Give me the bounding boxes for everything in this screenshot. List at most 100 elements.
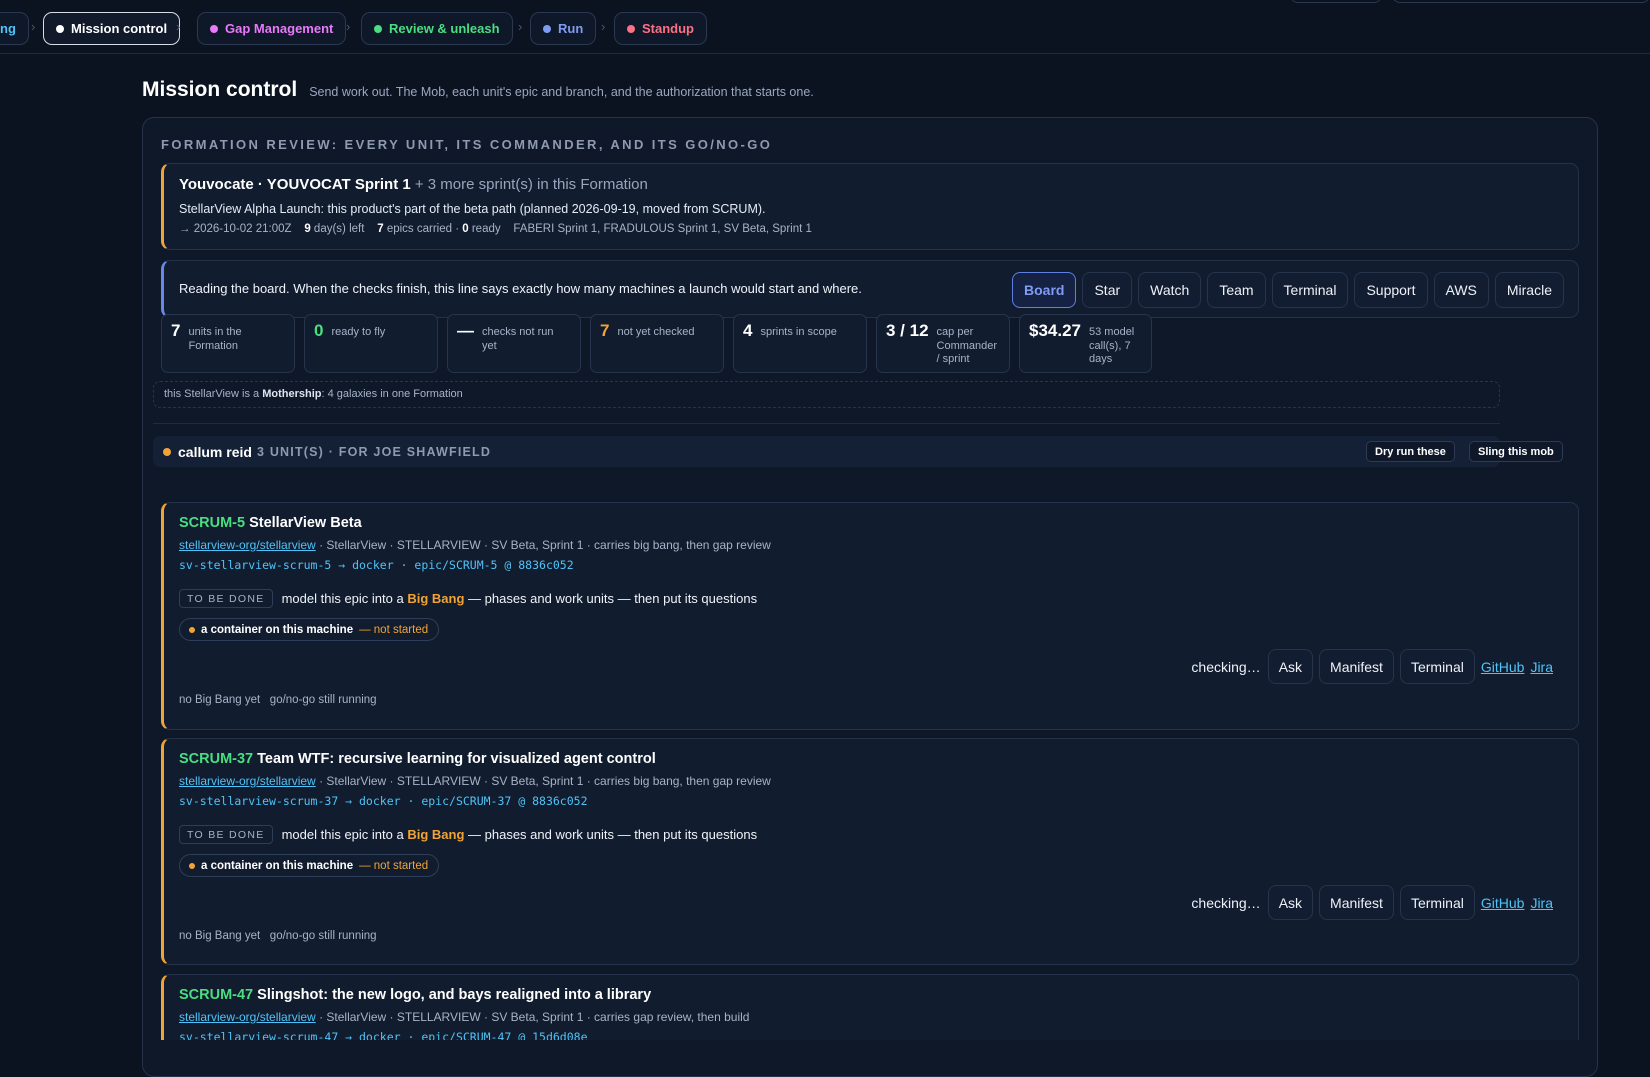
branch-info: sv-stellarview-scrum-37 → docker · epic/… [179,794,588,808]
view-board-button[interactable]: Board [1012,272,1077,308]
mothership-suffix: : 4 galaxies in one Formation [321,388,463,400]
stat-cost: $34.27 53 model call(s), 7 days [1019,314,1152,373]
chevron-right-icon: › [346,19,351,34]
manifest-button[interactable]: Manifest [1319,649,1394,684]
stat-label: 53 model call(s), 7 days [1089,326,1135,365]
view-watch-button[interactable]: Watch [1138,272,1202,308]
stat-cap: 3 / 12 cap per Commander / sprint [876,314,1010,373]
days-left-label: day(s) left [313,223,365,235]
mothership-note: this StellarView is a Mothership: 4 gala… [153,381,1500,408]
unit-footer: no Big Bang yet go/no-go still running [179,694,377,706]
sling-mob-button[interactable]: Sling this mob [1469,441,1563,462]
jira-link[interactable]: Jira [1530,895,1553,911]
ask-button[interactable]: Ask [1267,649,1314,684]
unit-context: · StellarView · STELLARVIEW · SV Beta, S… [319,1010,750,1024]
jira-link[interactable]: Jira [1530,659,1553,675]
container-label: a container on this machine [201,859,354,872]
terminal-button[interactable]: Terminal [1399,649,1475,684]
unit-card: SCRUM-5 StellarView Beta stellarview-org… [161,502,1579,730]
view-support-button[interactable]: Support [1354,272,1428,308]
epics-count: 7 [377,223,384,235]
github-link[interactable]: GitHub [1481,659,1525,675]
status-dot-icon [627,24,635,33]
epic-title: Slingshot: the new logo, and bays realig… [257,987,652,1003]
top-control-stub[interactable] [1392,0,1650,3]
sprint-description: StellarView Alpha Launch: this product's… [179,202,766,216]
step-standup[interactable]: Standup [614,12,707,45]
page-header: Mission control Send work out. The Mob, … [142,78,814,102]
repo-link[interactable]: stellarview-org/stellarview [179,1010,316,1024]
sprint-card: Youvocate · YOUVOCAT Sprint 1 + 3 more s… [161,163,1579,250]
view-terminal-button[interactable]: Terminal [1271,272,1349,308]
unit-status: TO BE DONE model this epic into a Big Ba… [179,589,757,608]
repo-link[interactable]: stellarview-org/stellarview [179,538,316,552]
stat-label: not yet checked [617,326,695,338]
commander-group-header: callum reid 3 UNIT(S) · FOR JOE SHAWFIEL… [153,436,1563,467]
stat-sprints: 4 sprints in scope [733,314,867,373]
step-mission-control[interactable]: Mission control [43,12,181,45]
epic-key-link[interactable]: SCRUM-47 [179,987,253,1003]
big-bang-term: Big Bang [407,591,465,606]
status-suffix: — phases and work units — then put its q… [468,827,758,842]
manifest-button[interactable]: Manifest [1319,885,1394,920]
status-tag: TO BE DONE [179,825,273,844]
unit-actions: checking… Ask Manifest Terminal GitHub J… [1191,649,1553,684]
container-state: — not started [359,623,429,636]
epic-key-link[interactable]: SCRUM-37 [179,751,253,767]
stepper-nav: ng › Mission control › Gap Management › … [0,0,1650,54]
status-prefix: model this epic into a [281,591,404,606]
view-aws-button[interactable]: AWS [1433,272,1489,308]
stat-units: 7 units in the Formation [161,314,295,373]
top-control-stub[interactable] [1290,0,1382,3]
step-label: Mission control [71,21,168,36]
status-dot-icon [163,448,171,456]
ready-label: ready [471,223,501,235]
chevron-right-icon: › [518,19,523,34]
commander-name: callum reid [178,444,252,460]
stat-label: ready to fly [331,326,386,338]
step-gap-management[interactable]: Gap Management [197,12,347,45]
step-run[interactable]: Run [530,12,597,45]
status-dot-icon [543,24,551,33]
panel-heading: FORMATION REVIEW: EVERY UNIT, ITS COMMAN… [161,137,773,152]
view-team-button[interactable]: Team [1207,272,1266,308]
stat-value: 7 [600,321,610,340]
stat-value: 4 [743,321,753,340]
terminal-button[interactable]: Terminal [1399,885,1475,920]
launch-summary-card: Reading the board. When the checks finis… [161,260,1579,318]
stat-label: sprints in scope [760,326,837,338]
mothership-prefix: this StellarView is a [164,388,260,400]
status-prefix: model this epic into a [281,827,404,842]
status-tag: TO BE DONE [179,589,273,608]
unit-details: stellarview-org/stellarview · StellarVie… [179,774,771,788]
github-link[interactable]: GitHub [1481,895,1525,911]
ready-count: 0 [462,223,469,235]
ask-button[interactable]: Ask [1267,885,1314,920]
mothership-term: Mothership [262,388,322,400]
repo-link[interactable]: stellarview-org/stellarview [179,774,316,788]
unit-footer: no Big Bang yet go/no-go still running [179,930,377,942]
status-dot-icon [189,862,195,869]
status-text: model this epic into a Big Bang — phases… [282,827,757,842]
status-text: model this epic into a Big Bang — phases… [282,591,757,606]
view-miracle-button[interactable]: Miracle [1494,272,1564,308]
step-label: ng [0,21,16,36]
view-star-button[interactable]: Star [1082,272,1133,308]
step-chip-partial[interactable]: ng [0,12,29,45]
chevron-right-icon: › [31,19,36,34]
checking-status: checking… [1191,894,1261,911]
container-status-pill: a container on this machine — not starte… [179,854,440,877]
unit-details: stellarview-org/stellarview · StellarVie… [179,538,771,552]
big-bang-state: no Big Bang yet [179,694,261,706]
container-label: a container on this machine [201,623,354,636]
go-no-go-state: go/no-go still running [269,694,377,706]
chevron-right-icon: › [176,19,181,34]
step-label: Run [558,21,584,36]
unit-details: stellarview-org/stellarview · StellarVie… [179,1010,749,1024]
step-review-unleash[interactable]: Review & unleash [361,12,513,45]
dry-run-button[interactable]: Dry run these [1366,441,1455,462]
epic-key-link[interactable]: SCRUM-5 [179,515,245,531]
unit-title: SCRUM-37 Team WTF: recursive learning fo… [179,751,656,767]
stat-unchecked: 7 not yet checked [590,314,724,373]
page-subtitle: Send work out. The Mob, each unit's epic… [309,85,814,99]
